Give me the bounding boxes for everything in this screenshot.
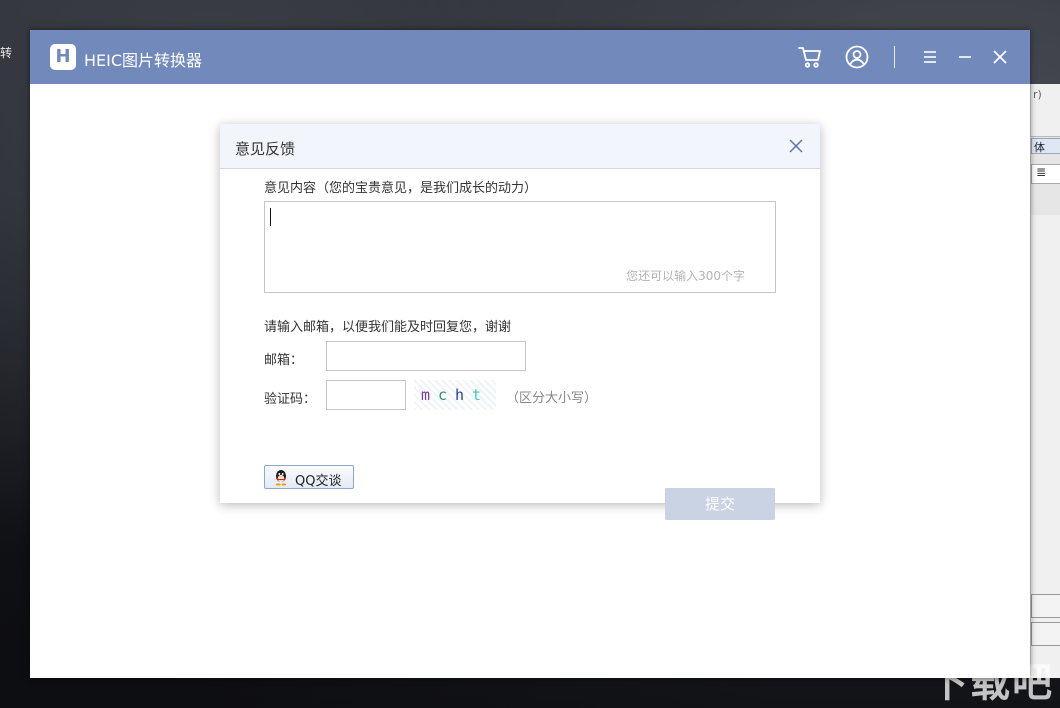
close-icon[interactable] xyxy=(987,44,1013,70)
desktop-edge-text: 转 xyxy=(0,46,13,60)
email-prompt: 请输入邮箱，以便我们能及时回复您，谢谢 xyxy=(264,320,512,335)
menu-icon[interactable] xyxy=(917,44,943,70)
app-window: H HEIC图片转换器 意见反馈 意见内容（您的宝贵意见，是我们成长的动力） 您… xyxy=(30,30,1030,678)
text-caret xyxy=(270,208,271,226)
feedback-textarea[interactable]: 您还可以输入300个字 xyxy=(264,201,776,293)
qq-chat-label: QQ交谈 xyxy=(295,474,342,489)
background-window-text: r) xyxy=(1033,88,1042,101)
captcha-char: h xyxy=(455,386,473,404)
feedback-label: 意见内容（您的宝贵意见，是我们成长的动力） xyxy=(264,181,538,196)
app-title: HEIC图片转换器 xyxy=(84,51,203,70)
qq-penguin-icon xyxy=(273,469,289,486)
dialog-close-icon[interactable] xyxy=(786,136,806,156)
minimize-icon[interactable] xyxy=(952,44,978,70)
qq-chat-button[interactable]: QQ交谈 xyxy=(264,465,354,489)
background-tab[interactable]: 体 xyxy=(1031,138,1060,154)
titlebar[interactable]: H HEIC图片转换器 xyxy=(30,30,1030,84)
case-sensitive-hint: （区分大小写） xyxy=(506,391,598,406)
titlebar-separator xyxy=(894,46,895,68)
feedback-dialog: 意见反馈 意见内容（您的宝贵意见，是我们成长的动力） 您还可以输入300个字 请… xyxy=(220,124,820,520)
char-counter: 您还可以输入300个字 xyxy=(626,269,745,283)
background-window[interactable]: r) 体 ≣ xyxy=(1030,84,1060,678)
user-icon[interactable] xyxy=(844,44,870,70)
captcha-char: m xyxy=(420,386,438,404)
background-button[interactable] xyxy=(1031,622,1060,646)
background-checkbox[interactable] xyxy=(1031,594,1060,618)
background-list-icon[interactable]: ≣ xyxy=(1031,164,1060,184)
email-input[interactable] xyxy=(326,341,526,371)
captcha-char: t xyxy=(472,386,490,404)
captcha-char: c xyxy=(437,386,455,404)
cart-icon[interactable] xyxy=(797,44,823,70)
submit-button[interactable]: 提交 xyxy=(665,488,775,520)
captcha-label: 验证码： xyxy=(264,392,317,407)
dialog-header: 意见反馈 xyxy=(220,124,820,169)
captcha-input[interactable] xyxy=(326,380,406,410)
app-logo: H xyxy=(50,44,76,70)
captcha-image[interactable]: mcht xyxy=(414,380,496,410)
email-label: 邮箱： xyxy=(264,353,304,368)
dialog-title: 意见反馈 xyxy=(235,140,296,158)
